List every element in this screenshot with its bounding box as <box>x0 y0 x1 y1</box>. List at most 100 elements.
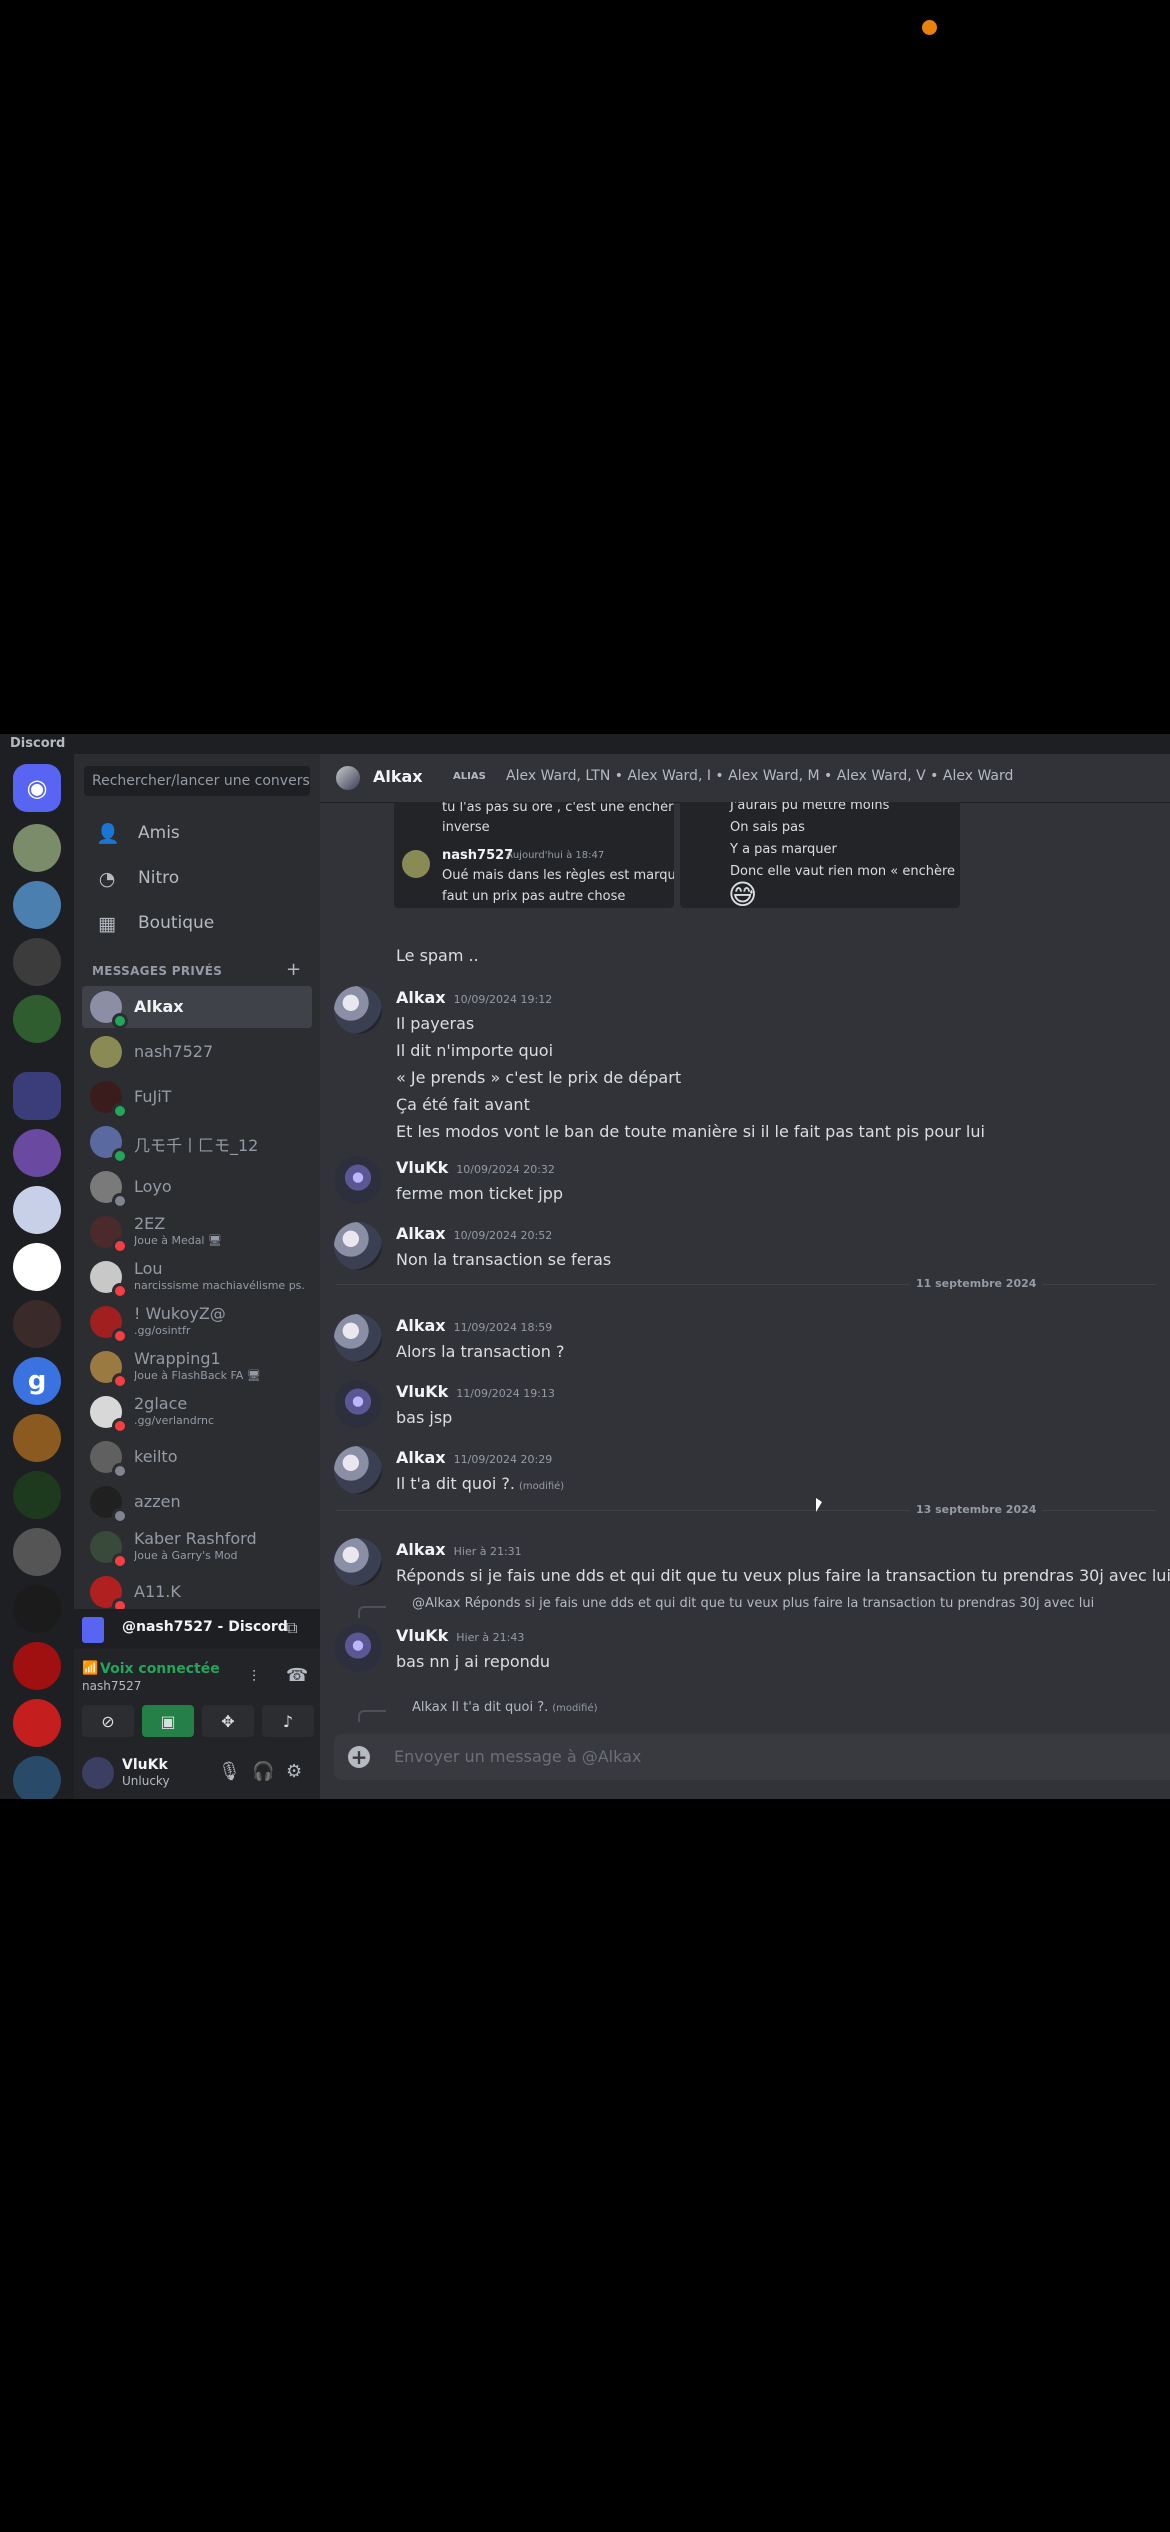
headphones-icon[interactable]: 🎧 <box>252 1761 274 1782</box>
image-attachment[interactable]: tu l'as pas su ore , c'est une enchère in… <box>394 802 674 908</box>
recipient-name[interactable]: Alkax <box>373 767 423 786</box>
message-composer[interactable]: + Envoyer un message à @Alkax <box>334 1734 1170 1780</box>
avatar[interactable] <box>334 1446 382 1494</box>
server-icon[interactable] <box>13 1414 61 1462</box>
dm-item[interactable]: 2EZ Joue à Medal 🖥 <box>82 1211 312 1254</box>
add-dm-icon[interactable]: + <box>286 959 301 980</box>
nav-item-boutique[interactable]: ▦ Boutique <box>82 904 312 944</box>
status-indicator <box>112 1373 128 1389</box>
server-icon[interactable] <box>13 938 61 986</box>
user-name: VluKk <box>122 1757 168 1773</box>
message-author[interactable]: Alkax 11/09/2024 20:29 <box>396 1448 552 1467</box>
popout-icon[interactable]: ⧉ <box>286 1618 297 1638</box>
edited-label: (modifié) <box>518 1481 565 1492</box>
server-icon[interactable] <box>13 1585 61 1633</box>
message-text: bas jsp <box>396 1408 453 1427</box>
message-timestamp: 10/09/2024 20:52 <box>453 1229 553 1242</box>
dm-item[interactable]: Wrapping1 Joue à FlashBack FA 🖥 <box>82 1346 312 1389</box>
voice-connected-label[interactable]: Voix connectée <box>100 1661 220 1677</box>
reply-preview[interactable]: Alkax Il t'a dit quoi ?. (modifié) <box>412 1700 598 1715</box>
message-author[interactable]: VluKk 10/09/2024 20:32 <box>396 1158 555 1177</box>
message-author[interactable]: Alkax 10/09/2024 19:12 <box>396 988 552 1007</box>
dm-name: Kaber Rashford <box>134 1529 257 1548</box>
dm-name: keilto <box>134 1447 178 1466</box>
message-author[interactable]: Alkax Hier à 21:31 <box>396 1540 522 1559</box>
server-icon[interactable] <box>13 1300 61 1348</box>
dm-item[interactable]: keilto <box>82 1436 312 1479</box>
dm-item[interactable]: Alkax <box>82 986 312 1029</box>
dm-item[interactable]: FuJiT <box>82 1076 312 1119</box>
server-icon[interactable] <box>13 1072 61 1120</box>
titlebar: Discord <box>0 734 1170 754</box>
home-button[interactable]: ◉ <box>13 764 61 812</box>
disconnect-icon[interactable]: ☎ <box>286 1665 308 1686</box>
status-indicator-dot <box>922 20 937 35</box>
server-icon[interactable]: g <box>13 1357 61 1405</box>
server-icon[interactable] <box>13 995 61 1043</box>
nav-item-amis[interactable]: 👤 Amis <box>82 814 312 854</box>
add-attachment-icon[interactable]: + <box>348 1746 370 1768</box>
avatar[interactable] <box>82 1757 114 1789</box>
activity-button[interactable]: ✥ <box>202 1705 254 1737</box>
avatar[interactable] <box>334 1156 382 1204</box>
nav-item-nitro[interactable]: ◔ Nitro <box>82 859 312 899</box>
call-bar[interactable]: @nash7527 - Discord ⧉ <box>74 1609 320 1649</box>
signal-icon: 📶 <box>82 1661 99 1676</box>
message-author[interactable]: VluKk 11/09/2024 19:13 <box>396 1382 555 1401</box>
avatar[interactable] <box>334 1380 382 1428</box>
message-author[interactable]: VluKk Hier à 21:43 <box>396 1626 524 1645</box>
server-icon[interactable] <box>13 1699 61 1747</box>
avatar[interactable] <box>334 1538 382 1586</box>
dm-item[interactable]: Loyo <box>82 1166 312 1209</box>
soundboard-button[interactable]: ♪ <box>262 1705 314 1737</box>
server-icon[interactable] <box>13 1129 61 1177</box>
status-indicator <box>112 1193 128 1209</box>
server-icon[interactable] <box>13 1528 61 1576</box>
camera-off-icon: ⊘ <box>101 1711 115 1731</box>
dm-item[interactable]: Kaber Rashford Joue à Garry's Mod <box>82 1526 312 1569</box>
microphone-icon[interactable]: 🎙 <box>218 1761 241 1782</box>
avatar[interactable] <box>334 986 382 1034</box>
avatar[interactable] <box>334 1222 382 1270</box>
dm-item[interactable]: A11.K <box>82 1571 312 1614</box>
server-rail: ◉ g <box>0 754 74 1799</box>
dm-name: Alkax <box>134 997 184 1016</box>
search-input[interactable]: Rechercher/lancer une conversa... <box>84 766 310 796</box>
app-title: Discord <box>10 736 66 751</box>
server-icon[interactable] <box>13 1186 61 1234</box>
server-icon[interactable] <box>13 1243 61 1291</box>
nav-label: Boutique <box>138 913 215 933</box>
dm-item[interactable]: Lou narcissisme machiavélisme ps... <box>82 1256 312 1299</box>
status-indicator <box>112 1148 128 1164</box>
server-icon[interactable] <box>13 1756 61 1799</box>
screen-share-button[interactable]: ▣ <box>142 1705 194 1737</box>
message-text: Il payeras <box>396 1014 475 1033</box>
dm-item[interactable]: nash7527 <box>82 1031 312 1073</box>
status-indicator <box>112 1238 128 1254</box>
dm-item[interactable]: 几モ千丨匚モ_12 <box>82 1121 312 1164</box>
dm-item[interactable]: azzen <box>82 1481 312 1524</box>
status-indicator <box>112 1328 128 1344</box>
server-icon[interactable] <box>13 1471 61 1519</box>
emoji: 😅 <box>728 878 758 908</box>
reply-preview[interactable]: @Alkax Réponds si je fais une dds et qui… <box>412 1596 1094 1611</box>
avatar[interactable] <box>334 1624 382 1672</box>
gear-icon[interactable]: ⚙ <box>286 1761 302 1782</box>
dm-item[interactable]: ! WukoyZ@ .gg/osintfr <box>82 1301 312 1344</box>
server-icon[interactable] <box>13 1642 61 1690</box>
dm-name: A11.K <box>134 1582 181 1601</box>
message-author[interactable]: Alkax 11/09/2024 18:59 <box>396 1316 552 1335</box>
image-attachment[interactable]: J'aurais pu mettre moins On sais pas Y a p… <box>680 802 960 908</box>
dm-activity: Joue à Garry's Mod <box>134 1549 238 1562</box>
avatar[interactable] <box>336 766 360 790</box>
noise-suppression-icon[interactable]: ⫶ <box>252 1667 256 1687</box>
server-icon[interactable] <box>13 881 61 929</box>
shop-icon: ▦ <box>98 913 116 935</box>
message-author[interactable]: Alkax 10/09/2024 20:52 <box>396 1224 552 1243</box>
activity-icon: ✥ <box>221 1711 235 1731</box>
dm-item[interactable]: 2glace .gg/verlandrnc <box>82 1391 312 1434</box>
server-icon[interactable] <box>13 824 61 872</box>
camera-off-button[interactable]: ⊘ <box>82 1705 134 1737</box>
dm-name: Loyo <box>134 1177 172 1196</box>
avatar[interactable] <box>334 1314 382 1362</box>
